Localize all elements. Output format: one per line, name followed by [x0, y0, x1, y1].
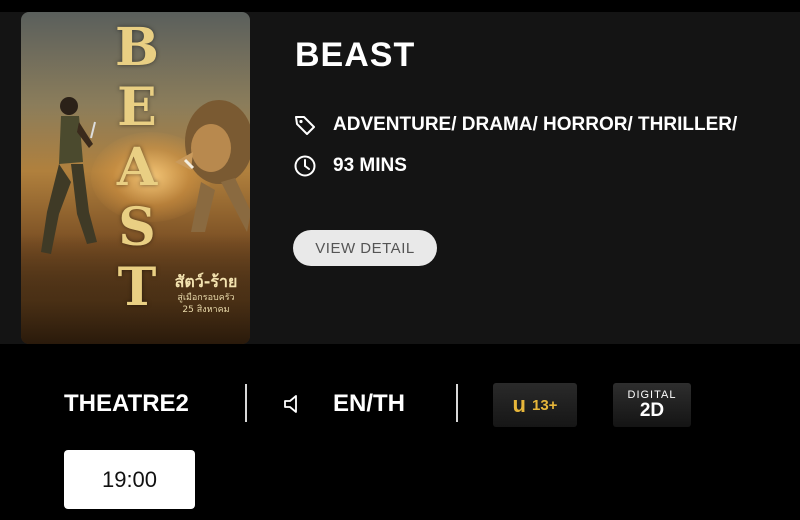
movie-genres: ADVENTURE/ DRAMA/ HORROR/ THRILLER/: [333, 114, 738, 135]
format-label-bottom: 2D: [639, 400, 665, 421]
speaker-icon: [284, 395, 297, 413]
divider: [456, 384, 458, 422]
poster-tagline-text: สู่เมือกรอบครัว: [177, 293, 235, 303]
poster-letter: A: [116, 137, 158, 198]
poster-man-figure: [41, 97, 97, 254]
poster-letter: S: [118, 197, 156, 258]
poster-title: B E A S T: [115, 17, 159, 318]
poster-letter: T: [117, 257, 157, 318]
movie-title: BEAST: [295, 36, 416, 74]
audio-language: EN/TH: [333, 390, 405, 417]
poster-release-date: 25 สิงหาคม: [182, 305, 230, 315]
clock-icon: [292, 153, 318, 179]
rating-letter: u: [512, 392, 526, 417]
rating-age: 13+: [532, 396, 558, 414]
poster-thai-tagline: สู่เมือกรอบครัว 25 สิงหาคม: [165, 292, 247, 316]
rating-badge: u 13+: [493, 383, 577, 427]
genre-row: ADVENTURE/ DRAMA/ HORROR/ THRILLER/: [292, 112, 737, 138]
movie-poster[interactable]: B E A S T สัตว์-ร้าย สู่เมือกรอบครัว 25 …: [21, 12, 250, 344]
duration-row: 93 MINS: [292, 153, 407, 179]
tag-icon: [292, 112, 318, 138]
divider: [245, 384, 247, 422]
theatre-name: THEATRE2: [64, 390, 189, 417]
showtime-info-row: THEATRE2 EN/TH u 13+ DIGITAL 2D: [0, 376, 800, 430]
view-detail-button[interactable]: VIEW DETAIL: [293, 230, 437, 266]
movie-duration: 93 MINS: [333, 155, 407, 176]
poster-lion-figure: [175, 100, 250, 232]
poster-letter: B: [115, 17, 159, 78]
format-badge: DIGITAL 2D: [613, 383, 691, 427]
showtime-button[interactable]: 19:00: [64, 450, 195, 509]
poster-letter: E: [117, 77, 157, 138]
